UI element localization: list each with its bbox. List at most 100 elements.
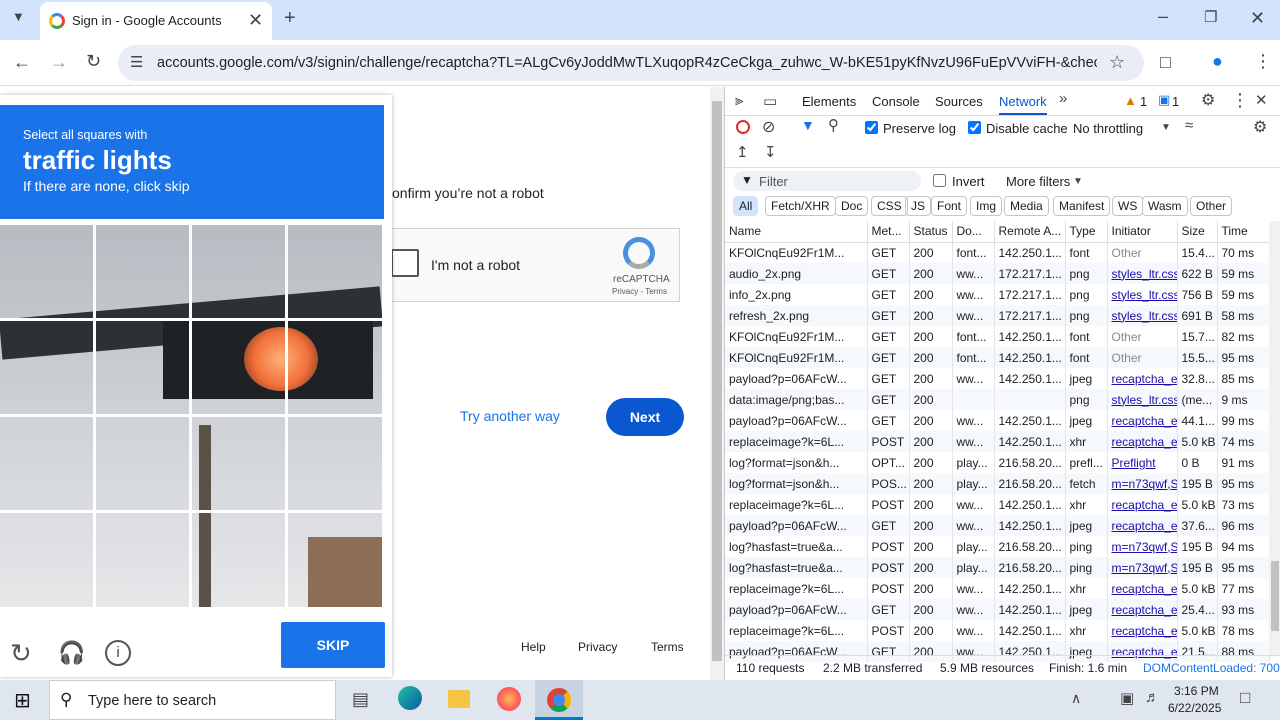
address-bar[interactable]: ☰ accounts.google.com/v3/signin/challeng… xyxy=(118,45,1144,81)
warning-icon[interactable]: ▲ xyxy=(1124,93,1137,108)
filter-chip-ws[interactable]: WS xyxy=(1112,196,1144,216)
export-har-icon[interactable]: ↧ xyxy=(764,143,777,161)
filter-chip-fetch-xhr[interactable]: Fetch/XHR xyxy=(765,196,836,216)
filter-chip-media[interactable]: Media xyxy=(1004,196,1049,216)
message-icon[interactable]: ▣ xyxy=(1158,92,1170,108)
more-tabs-icon[interactable]: » xyxy=(1059,90,1067,107)
footer-privacy-link[interactable]: Privacy xyxy=(578,640,617,654)
filter-chip-css[interactable]: CSS xyxy=(871,196,908,216)
table-scrollbar-thumb[interactable] xyxy=(1271,561,1279,631)
table-row[interactable]: replaceimage?k=6L... POST 200 ww... 142.250.… xyxy=(725,494,1270,515)
tab-elements[interactable]: Elements xyxy=(802,94,856,109)
column-remote-address[interactable]: Remote A... xyxy=(994,221,1066,243)
more-filters-button[interactable]: More filters xyxy=(1006,174,1070,189)
footer-help-link[interactable]: Help xyxy=(521,640,546,654)
column-initiator[interactable]: Initiator xyxy=(1107,221,1178,243)
forward-icon[interactable]: → xyxy=(50,52,68,73)
column-domain[interactable]: Do... xyxy=(952,221,995,243)
devtools-close-icon[interactable]: ✕ xyxy=(1255,91,1268,109)
column-time[interactable]: Time xyxy=(1217,221,1270,243)
page-scrollbar[interactable] xyxy=(710,87,724,680)
filter-icon[interactable]: ▼ xyxy=(801,117,815,133)
chrome-taskbar-button[interactable] xyxy=(535,680,583,720)
filter-chip-other[interactable]: Other xyxy=(1190,196,1233,216)
import-har-icon[interactable]: ↥ xyxy=(736,143,749,161)
reload-icon[interactable]: ↻ xyxy=(86,51,101,72)
preserve-log-checkbox[interactable] xyxy=(865,121,878,134)
table-row[interactable]: audio_2x.png GET 200 ww... 172.217.1... png st… xyxy=(725,263,1270,284)
scrollbar-thumb[interactable] xyxy=(712,101,722,661)
filter-chip-doc[interactable]: Doc xyxy=(835,196,869,216)
table-row[interactable]: log?format=json&h... POS... 200 play... 216.… xyxy=(725,473,1270,494)
skip-button[interactable]: SKIP xyxy=(281,622,385,668)
table-row[interactable]: log?format=json&h... OPT... 200 play... 216.… xyxy=(725,452,1270,473)
edge-icon[interactable] xyxy=(398,686,422,710)
tab-network[interactable]: Network xyxy=(999,94,1047,115)
windows-start-icon[interactable]: ⊞ xyxy=(14,688,31,713)
tab-search-chevron-icon[interactable]: ▼ xyxy=(12,9,25,24)
invert-checkbox[interactable] xyxy=(933,174,946,187)
table-row[interactable]: payload?p=06AFcW... GET 200 ww... 142.250.1.… xyxy=(725,599,1270,620)
clear-icon[interactable]: ⊘ xyxy=(762,117,775,137)
back-icon[interactable]: ← xyxy=(13,52,31,73)
table-row[interactable]: replaceimage?k=6L... POST 200 ww... 142.250.… xyxy=(725,578,1270,599)
column-status[interactable]: Status xyxy=(909,221,953,243)
tray-network-icon[interactable]: ▣ xyxy=(1120,689,1134,707)
restore-icon[interactable]: ❐ xyxy=(1204,8,1217,26)
device-toolbar-icon[interactable]: ▭ xyxy=(763,92,777,110)
record-icon[interactable] xyxy=(736,120,750,134)
table-row[interactable]: replaceimage?k=6L... POST 200 ww... 142.250.… xyxy=(725,431,1270,452)
throttling-chevron-icon[interactable]: ▼ xyxy=(1161,122,1171,133)
filter-input[interactable]: ▼ Filter xyxy=(733,171,921,191)
table-row[interactable]: data:image/png;bas... GET 200 png styles_ltr… xyxy=(725,389,1270,410)
column-size[interactable]: Size xyxy=(1177,221,1218,243)
table-row[interactable]: payload?p=06AFcW... GET 200 ww... 142.250.1.… xyxy=(725,368,1270,389)
filter-chip-font[interactable]: Font xyxy=(931,196,968,216)
filter-chip-wasm[interactable]: Wasm xyxy=(1142,196,1188,216)
tray-chevron-icon[interactable]: ∧ xyxy=(1071,690,1081,707)
try-another-way-link[interactable]: Try another way xyxy=(460,408,560,424)
settings-gear-icon[interactable]: ⚙ xyxy=(1201,90,1215,110)
inspect-element-icon[interactable]: ⫸ xyxy=(735,92,743,109)
devtools-menu-icon[interactable]: ⋮ xyxy=(1231,90,1249,111)
tab-console[interactable]: Console xyxy=(872,94,920,109)
table-row[interactable]: info_2x.png GET 200 ww... 172.217.1... png sty… xyxy=(725,284,1270,305)
table-row[interactable]: replaceimage?k=6L... POST 200 ww... 142.250.… xyxy=(725,620,1270,641)
next-button[interactable]: Next xyxy=(606,398,684,436)
bookmark-star-icon[interactable]: ☆ xyxy=(1109,52,1125,73)
tray-volume-icon[interactable]: ♬ xyxy=(1145,689,1160,706)
new-tab-icon[interactable]: + xyxy=(284,7,296,30)
filter-chip-manifest[interactable]: Manifest xyxy=(1053,196,1111,216)
column-type[interactable]: Type xyxy=(1065,221,1108,243)
clock-time[interactable]: 3:16 PM xyxy=(1174,684,1219,698)
table-row[interactable]: payload?p=06AFcW... GET 200 ww... 142.250.1.… xyxy=(725,410,1270,431)
url-text[interactable]: accounts.google.com/v3/signin/challenge/… xyxy=(157,55,1097,71)
column-name[interactable]: Name xyxy=(725,221,868,243)
filter-chip-all[interactable]: All xyxy=(733,196,759,216)
profile-icon[interactable]: ● xyxy=(1212,51,1223,72)
table-row[interactable]: log?hasfast=true&a... POST 200 play... 216.5… xyxy=(725,536,1270,557)
footer-terms-link[interactable]: Terms xyxy=(651,640,684,654)
captcha-reload-icon[interactable]: ↻ xyxy=(10,638,32,669)
table-row[interactable]: payload?p=06AFcW... GET 200 ww... 142.250.1.… xyxy=(725,515,1270,536)
table-row[interactable]: KFOlCnqEu92Fr1M... GET 200 font... 142.250.1… xyxy=(725,347,1270,368)
notifications-icon[interactable]: □ xyxy=(1240,688,1250,708)
captcha-info-icon[interactable]: i xyxy=(105,640,131,666)
task-view-icon[interactable]: ▤ xyxy=(352,689,369,710)
menu-icon[interactable]: ⋮ xyxy=(1254,51,1272,72)
captcha-audio-icon[interactable]: 🎧 xyxy=(58,640,85,666)
firefox-icon[interactable] xyxy=(497,687,521,711)
recaptcha-links[interactable]: Privacy - Terms xyxy=(612,287,667,296)
column-method[interactable]: Met... xyxy=(867,221,910,243)
tab-sources[interactable]: Sources xyxy=(935,94,983,109)
table-row[interactable]: KFOlCnqEu92Fr1M... GET 200 font... 142.250.1… xyxy=(725,242,1270,263)
table-row[interactable]: refresh_2x.png GET 200 ww... 172.217.1... png… xyxy=(725,305,1270,326)
window-close-icon[interactable]: ✕ xyxy=(1250,8,1265,29)
site-info-icon[interactable]: ☰ xyxy=(130,53,143,71)
disable-cache-checkbox[interactable] xyxy=(968,121,981,134)
throttling-select[interactable]: No throttling xyxy=(1073,121,1143,136)
table-row[interactable]: KFOlCnqEu92Fr1M... GET 200 font... 142.250.1… xyxy=(725,326,1270,347)
search-icon[interactable]: ⚲ xyxy=(828,116,839,134)
network-settings-icon[interactable]: ⚙ xyxy=(1253,117,1267,137)
table-scrollbar[interactable] xyxy=(1269,221,1280,655)
